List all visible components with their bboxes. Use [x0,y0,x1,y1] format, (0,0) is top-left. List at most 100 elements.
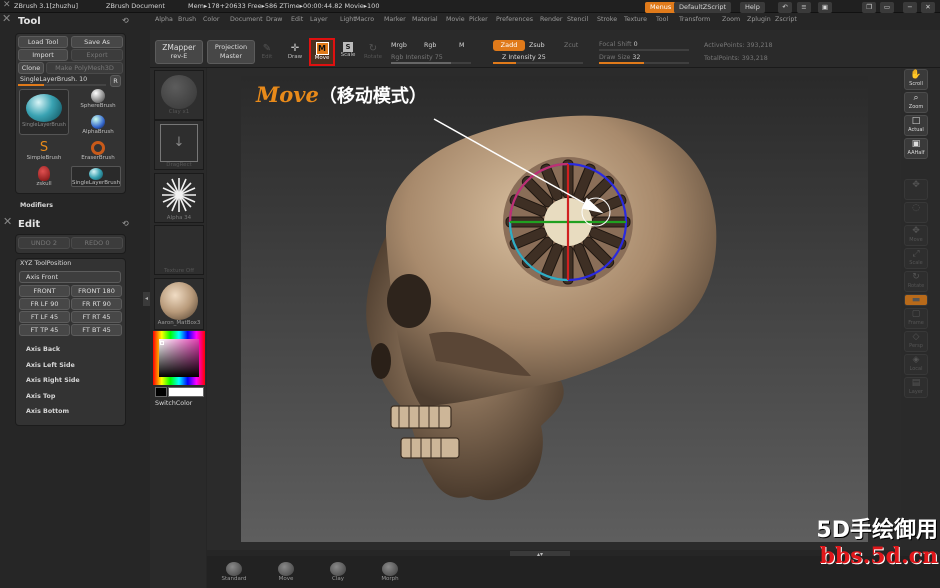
tool-thumb-singlelayerbrush[interactable]: SingleLayerBrush [19,89,69,135]
draw-size-slider[interactable]: Draw Size 32 [599,54,640,61]
axis-item-axis-right-side[interactable]: Axis Right Side [26,377,80,384]
tool-thumb-eraserbrush[interactable]: EraserBrush [76,141,120,161]
menu-zoom[interactable]: Zoom [722,16,740,23]
menu-render[interactable]: Render [540,16,562,23]
tool-thumb-spherebrush[interactable]: SphereBrush [76,89,120,109]
list-icon[interactable]: ≡ [797,2,811,13]
mrgb-button[interactable]: Mrgb [391,42,407,49]
draw-mode-button[interactable]: ✛ Draw [285,44,305,61]
zmapper-button[interactable]: ZMapper rev-E [155,40,203,64]
menu-layer[interactable]: Layer [310,16,328,23]
menu-brush[interactable]: Brush [178,16,196,23]
menu-tool[interactable]: Tool [656,16,668,23]
stroke-slot[interactable]: ↓ DragRect [154,120,204,170]
menu-color[interactable]: Color [203,16,219,23]
right-tool-item-9[interactable]: ▬ [904,294,928,306]
edit-panel-settings-icon[interactable]: ⟲ [122,219,129,228]
help-button[interactable]: Help [740,2,765,13]
tool-thumb-alphabrush[interactable]: AlphaBrush [76,115,120,135]
axis-item-axis-bottom[interactable]: Axis Bottom [26,408,69,415]
window-icon[interactable]: ▭ [880,2,894,13]
texture-slot[interactable]: Texture Off [154,225,204,275]
edit-mode-button[interactable]: ✎ Edit [258,44,276,61]
standard-brush-button[interactable]: Standard [219,562,249,582]
menu-movie[interactable]: Movie [446,16,465,23]
menu-alpha[interactable]: Alpha [155,16,173,23]
move-brush-button[interactable]: Move [271,562,301,582]
right-tool-item-5[interactable]: ◌ [904,202,928,223]
focal-shift-slider[interactable]: Focal Shift 0 [599,41,638,48]
menu-macro[interactable]: Macro [355,16,374,23]
document-canvas[interactable]: Move（移动模式） [241,76,868,542]
z-intensity-slider[interactable]: Z Intensity 25 [502,54,546,61]
secondary-color-swatch[interactable] [168,387,204,397]
right-tool-persp[interactable]: ◇ Persp [904,331,928,352]
axis-item-axis-left-side[interactable]: Axis Left Side [26,362,75,369]
menu-picker[interactable]: Picker [469,16,488,23]
move-mode-button[interactable]: M Move [309,38,335,66]
tool-thumb-zskull[interactable]: zskull [22,166,66,187]
menu-draw[interactable]: Draw [266,16,282,23]
right-tool-scroll[interactable]: ✋ Scroll [904,69,928,90]
tool-thumb-singlelayerbrush-small[interactable]: SingleLayerBrush [71,166,121,187]
material-slot[interactable]: Aaron_MatBox3 [154,278,204,330]
r-button[interactable]: R [110,75,121,87]
menus-button[interactable]: Menus [645,2,677,13]
clay-brush-button[interactable]: Clay [323,562,353,582]
rotate-mode-button[interactable]: ↻ Rotate [362,44,384,61]
axis-button-front-180[interactable]: FRONT 180 [71,285,122,297]
load-tool-button[interactable]: Load Tool [18,36,68,48]
layout-icon[interactable]: ▣ [818,2,832,13]
axis-button-ft-tp-45[interactable]: FT TP 45 [19,324,70,336]
zsub-button[interactable]: Zsub [529,42,545,49]
zadd-button[interactable]: Zadd [493,40,525,51]
menu-light[interactable]: Light [340,16,356,23]
modifiers-header[interactable]: Modifiers [20,202,53,209]
menu-document[interactable]: Document [230,16,263,23]
right-tool-frame[interactable]: ▢ Frame [904,308,928,329]
axis-item-axis-back[interactable]: Axis Back [26,346,60,353]
menu-edit[interactable]: Edit [291,16,303,23]
undo-button[interactable]: UNDO 2 [18,237,70,249]
menu-material[interactable]: Material [412,16,438,23]
menu-zplugin[interactable]: Zplugin [747,16,771,23]
make-polymesh-button[interactable]: Make PolyMesh3D [46,62,123,74]
menu-transform[interactable]: Transform [679,16,710,23]
default-zscript-button[interactable]: DefaultZScript [674,2,732,13]
scale-mode-button[interactable]: S Scale [339,42,357,58]
export-button[interactable]: Export [71,49,123,61]
m-button[interactable]: M [459,42,464,49]
projection-master-button[interactable]: Projection Master [207,40,255,64]
right-tool-aahalf[interactable]: ▣ AAHalf [904,138,928,159]
undo-icon[interactable]: ↶ [778,2,792,13]
color-picker[interactable] [153,331,205,385]
axis-button-ft-rt-45[interactable]: FT RT 45 [71,311,122,323]
right-tool-item-4[interactable]: ✥ [904,179,928,200]
menu-preferences[interactable]: Preferences [496,16,533,23]
switch-color-button[interactable]: SwitchColor [155,400,192,407]
right-tool-scale[interactable]: ⤢ Scale [904,248,928,269]
right-tool-layer[interactable]: ▤ Layer [904,377,928,398]
import-button[interactable]: Import [18,49,68,61]
rgb-intensity-slider[interactable]: Rgb Intensity 75 [391,54,443,61]
axis-button-ft-bt-45[interactable]: FT BT 45 [71,324,122,336]
axis-front-button[interactable]: Axis Front [19,271,121,283]
menu-texture[interactable]: Texture [624,16,647,23]
menu-marker[interactable]: Marker [384,16,406,23]
minimize-icon[interactable]: − [903,2,917,13]
menu-stroke[interactable]: Stroke [597,16,617,23]
morph-brush-button[interactable]: Morph [375,562,405,582]
tool-thumb-simplebrush[interactable]: S SimpleBrush [22,141,66,162]
clone-button[interactable]: Clone [18,62,44,74]
axis-button-fr-rt-90[interactable]: FR RT 90 [71,298,122,310]
right-tool-move[interactable]: ✥ Move [904,225,928,246]
close-icon[interactable]: ✕ [921,2,935,13]
current-tool-slider[interactable]: SingleLayerBrush. 10 [20,76,87,83]
left-tray-arrow-icon[interactable]: ◂ [143,292,150,306]
right-tool-actual[interactable]: □ Actual [904,115,928,136]
axis-button-front[interactable]: FRONT [19,285,70,297]
save-as-button[interactable]: Save As [71,36,123,48]
menu-stencil[interactable]: Stencil [567,16,588,23]
redo-button[interactable]: REDO 0 [71,237,123,249]
tool-panel-settings-icon[interactable]: ⟲ [122,16,129,25]
